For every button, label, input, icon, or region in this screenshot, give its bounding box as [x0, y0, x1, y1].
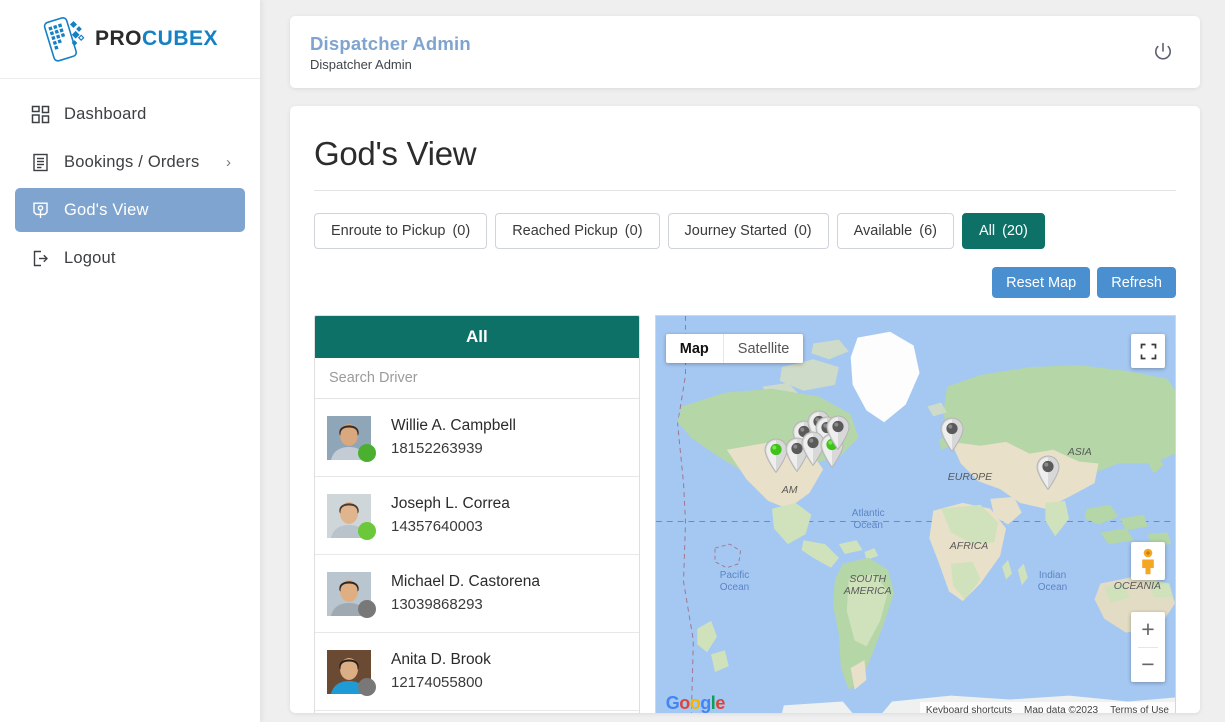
driver-info: Anita D. Brook 12174055800	[391, 649, 491, 693]
zoom-in-button[interactable]: +	[1131, 612, 1165, 647]
driver-status-dot	[358, 599, 376, 618]
sidebar-nav: Dashboard Bookings / Orders › God's View…	[0, 79, 260, 280]
map-type-map-button[interactable]: Map	[666, 334, 724, 363]
sidebar-item-label: God's View	[64, 200, 149, 219]
driver-name: Anita D. Brook	[391, 651, 491, 669]
refresh-button[interactable]: Refresh	[1097, 267, 1176, 298]
sidebar-item-label: Dashboard	[64, 104, 147, 123]
tab-journey-started[interactable]: Journey Started (0)	[667, 213, 829, 249]
gods-view-card: God's View Enroute to Pickup (0) Reached…	[290, 106, 1200, 713]
brand-logo[interactable]: PROCUBEX	[0, 0, 260, 79]
driver-list-item[interactable]: Anita D. Brook 12174055800	[315, 633, 639, 711]
tab-all[interactable]: All (20)	[961, 213, 1045, 249]
keyboard-shortcuts-link[interactable]: Keyboard shortcuts	[926, 705, 1012, 714]
map-panel[interactable]: ASIA EUROPE AFRICA SOUTH AMERICA OCEANIA…	[654, 315, 1176, 714]
driver-rows: Willie A. Campbell 18152263939 Joseph L. C…	[315, 399, 639, 711]
page-user-subtitle: Dispatcher Admin	[310, 57, 412, 73]
driver-phone: 18152263939	[391, 439, 483, 457]
sidebar-item-bookings-orders[interactable]: Bookings / Orders ›	[15, 140, 245, 184]
map-marker-offline[interactable]	[939, 416, 965, 453]
avatar-wrap	[327, 649, 376, 696]
driver-list-panel: All Willie A. Campbell 18152263939 Joseph …	[314, 315, 640, 713]
driver-name: Joseph L. Correa	[391, 495, 510, 513]
map-marker-offline[interactable]	[1035, 454, 1061, 491]
reset-map-button[interactable]: Reset Map	[992, 267, 1091, 298]
tab-label: Journey Started	[684, 223, 787, 239]
topbar-titles: Dispatcher Admin Dispatcher Admin	[310, 32, 471, 72]
map-marker-offline[interactable]	[825, 414, 851, 451]
tab-label: All	[978, 223, 996, 239]
map-attribution: Keyboard shortcuts Map data ©2023 Terms …	[919, 702, 1175, 714]
tab-count: (0)	[793, 223, 812, 239]
sidebar-item-label: Logout	[64, 248, 116, 267]
sidebar-item-label: Bookings / Orders	[64, 152, 200, 171]
brand-cubex: CUBEX	[142, 27, 219, 50]
logout-arrow-icon	[27, 245, 53, 271]
tab-reached-pickup[interactable]: Reached Pickup (0)	[495, 213, 660, 249]
driver-status-dot	[358, 677, 376, 696]
driver-status-dot	[358, 521, 376, 540]
page-title: God's View	[314, 135, 477, 172]
map-action-row: Reset Map Refresh	[314, 267, 1176, 298]
map-pin-banner-icon	[27, 197, 53, 223]
driver-info: Willie A. Campbell 18152263939	[391, 415, 516, 459]
driver-phone: 14357640003	[391, 517, 483, 535]
driver-info: Joseph L. Correa 14357640003	[391, 493, 510, 537]
driver-name: Michael D. Castorena	[391, 573, 541, 591]
avatar-wrap	[327, 415, 376, 462]
power-icon[interactable]	[1148, 37, 1178, 67]
brand-wordmark: PROCUBEX	[95, 27, 218, 51]
sidebar-item-gods-view[interactable]: God's View	[15, 188, 245, 232]
driver-status-dot	[358, 443, 376, 462]
tab-label: Enroute to Pickup	[331, 223, 446, 239]
map-data-text: Map data ©2023	[1024, 704, 1099, 714]
title-divider	[314, 190, 1176, 191]
procubex-tablet-logo	[42, 14, 88, 64]
tab-count: (20)	[1002, 223, 1028, 239]
tab-label: Available	[853, 223, 913, 239]
tab-count: (6)	[919, 223, 937, 239]
terms-of-use-link[interactable]: Terms of Use	[1110, 705, 1169, 714]
driver-list-item[interactable]: Joseph L. Correa 14357640003	[315, 477, 639, 555]
driver-phone: 13039868293	[391, 595, 483, 613]
top-bar: Dispatcher Admin Dispatcher Admin	[290, 16, 1200, 88]
google-logo: Google	[665, 693, 726, 713]
world-map-canvas	[655, 316, 1175, 713]
tab-count: (0)	[452, 223, 471, 239]
avatar-wrap	[327, 571, 376, 618]
sidebar-item-logout[interactable]: Logout	[15, 236, 245, 280]
fullscreen-icon[interactable]	[1131, 334, 1165, 368]
driver-list-header: All	[315, 316, 639, 358]
sidebar: PROCUBEX Dashboard Bookings / Orders › G…	[0, 0, 260, 722]
page-user-title: Dispatcher Admin	[310, 32, 471, 54]
list-document-icon	[27, 149, 53, 175]
chevron-right-icon[interactable]: ›	[226, 155, 231, 170]
avatar-wrap	[327, 493, 376, 540]
driver-name: Willie A. Campbell	[391, 417, 516, 435]
tab-label: Reached Pickup	[512, 223, 618, 239]
driver-phone: 12174055800	[391, 673, 483, 691]
map-type-toggle: Map Satellite	[665, 334, 804, 363]
search-driver-wrap	[315, 358, 639, 399]
tab-available[interactable]: Available (6)	[836, 213, 954, 249]
map-zoom-controls: + −	[1131, 612, 1165, 682]
zoom-out-button[interactable]: −	[1131, 647, 1165, 682]
panels-row: All Willie A. Campbell 18152263939 Joseph …	[314, 315, 1176, 713]
tab-enroute-to-pickup[interactable]: Enroute to Pickup (0)	[314, 213, 488, 249]
driver-list-item[interactable]: Willie A. Campbell 18152263939	[315, 399, 639, 477]
map-type-satellite-button[interactable]: Satellite	[724, 334, 804, 363]
grid-dashboard-icon	[27, 101, 53, 127]
driver-list-item[interactable]: Michael D. Castorena 13039868293	[315, 555, 639, 633]
brand-pro: PRO	[95, 27, 143, 50]
driver-info: Michael D. Castorena 13039868293	[391, 571, 540, 615]
status-filter-tabs: Enroute to Pickup (0) Reached Pickup (0)…	[314, 213, 1176, 249]
app-root: PROCUBEX Dashboard Bookings / Orders › G…	[0, 0, 1225, 722]
sidebar-item-dashboard[interactable]: Dashboard	[15, 92, 245, 136]
street-view-pegman-icon[interactable]	[1131, 542, 1165, 580]
tab-count: (0)	[624, 223, 643, 239]
search-driver-input[interactable]	[315, 358, 639, 398]
main-area: Dispatcher Admin Dispatcher Admin God's …	[260, 0, 1225, 722]
